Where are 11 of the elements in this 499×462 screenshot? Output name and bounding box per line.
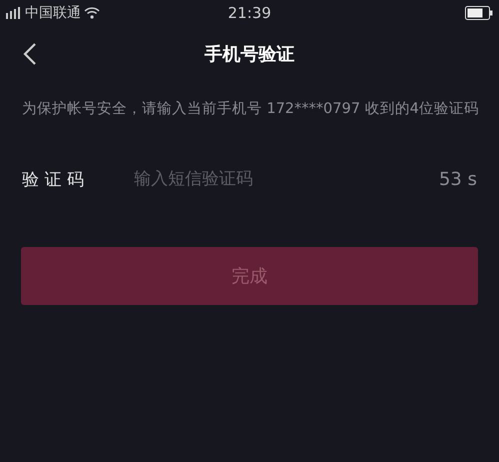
page-title: 手机号验证	[204, 43, 294, 66]
wifi-icon	[84, 7, 100, 19]
description-text: 为保护帐号安全，请输入当前手机号 172****0797 收到的4位验证码	[21, 100, 480, 119]
code-input-field[interactable]: 输入短信验证码	[134, 169, 439, 189]
carrier-name: 中国联通	[25, 4, 81, 22]
signal-icon	[6, 7, 22, 19]
status-time: 21:39	[228, 4, 272, 22]
battery-icon	[465, 6, 493, 20]
countdown-text: 53 s	[438, 168, 477, 190]
back-icon[interactable]	[23, 42, 37, 66]
field-label: 验 证 码	[22, 168, 85, 190]
